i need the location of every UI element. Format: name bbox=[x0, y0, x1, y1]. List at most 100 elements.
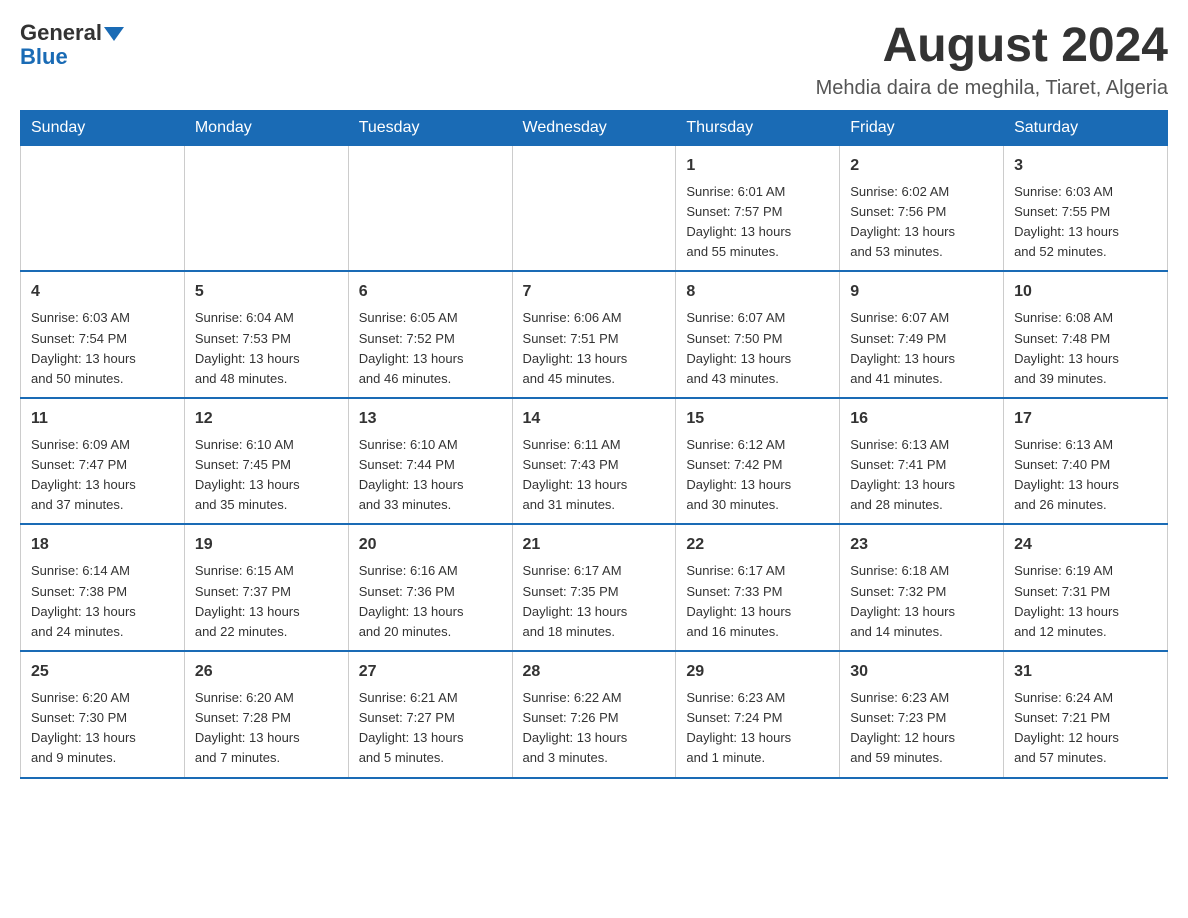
day-info: Sunrise: 6:07 AM Sunset: 7:49 PM Dayligh… bbox=[850, 308, 993, 389]
calendar-week-3: 11Sunrise: 6:09 AM Sunset: 7:47 PM Dayli… bbox=[21, 398, 1168, 525]
calendar-cell: 20 Sunrise: 6:16 AM Sunset: 7:36 PM Dayli… bbox=[348, 524, 512, 651]
calendar-cell: 27Sunrise: 6:21 AM Sunset: 7:27 PM Dayli… bbox=[348, 651, 512, 778]
calendar-cell: 25 Sunrise: 6:20 AM Sunset: 7:30 PM Dayli… bbox=[21, 651, 185, 778]
calendar-cell: 13 Sunrise: 6:10 AM Sunset: 7:44 PM Dayli… bbox=[348, 398, 512, 525]
calendar-cell: 5Sunrise: 6:04 AM Sunset: 7:53 PM Daylig… bbox=[184, 271, 348, 398]
header-day-wednesday: Wednesday bbox=[512, 110, 676, 145]
day-info: Sunrise: 6:20 AM Sunset: 7:28 PM Dayligh… bbox=[195, 688, 338, 769]
calendar-title: August 2024 bbox=[816, 20, 1168, 73]
header-day-friday: Friday bbox=[840, 110, 1004, 145]
day-info: Sunrise: 6:05 AM Sunset: 7:52 PM Dayligh… bbox=[359, 308, 502, 389]
day-number: 13 bbox=[359, 407, 502, 431]
calendar-cell: 14 Sunrise: 6:11 AM Sunset: 7:43 PM Dayli… bbox=[512, 398, 676, 525]
calendar-cell: 21 Sunrise: 6:17 AM Sunset: 7:35 PM Dayli… bbox=[512, 524, 676, 651]
calendar-cell: 22 Sunrise: 6:17 AM Sunset: 7:33 PM Dayli… bbox=[676, 524, 840, 651]
logo-triangle-icon bbox=[104, 27, 124, 41]
day-number: 18 bbox=[31, 533, 174, 557]
day-number: 31 bbox=[1014, 660, 1157, 684]
day-number: 22 bbox=[686, 533, 829, 557]
day-info: Sunrise: 6:10 AM Sunset: 7:45 PM Dayligh… bbox=[195, 435, 338, 516]
calendar-cell: 29Sunrise: 6:23 AM Sunset: 7:24 PM Dayli… bbox=[676, 651, 840, 778]
day-info: Sunrise: 6:15 AM Sunset: 7:37 PM Dayligh… bbox=[195, 561, 338, 642]
day-info: Sunrise: 6:20 AM Sunset: 7:30 PM Dayligh… bbox=[31, 688, 174, 769]
calendar-week-2: 4 Sunrise: 6:03 AM Sunset: 7:54 PM Daylig… bbox=[21, 271, 1168, 398]
day-info: Sunrise: 6:01 AM Sunset: 7:57 PM Dayligh… bbox=[686, 182, 829, 263]
calendar-cell: 9Sunrise: 6:07 AM Sunset: 7:49 PM Daylig… bbox=[840, 271, 1004, 398]
calendar-cell: 16 Sunrise: 6:13 AM Sunset: 7:41 PM Dayli… bbox=[840, 398, 1004, 525]
header-day-saturday: Saturday bbox=[1004, 110, 1168, 145]
header-day-tuesday: Tuesday bbox=[348, 110, 512, 145]
day-info: Sunrise: 6:23 AM Sunset: 7:23 PM Dayligh… bbox=[850, 688, 993, 769]
calendar-cell: 17 Sunrise: 6:13 AM Sunset: 7:40 PM Dayli… bbox=[1004, 398, 1168, 525]
calendar-week-5: 25 Sunrise: 6:20 AM Sunset: 7:30 PM Dayli… bbox=[21, 651, 1168, 778]
calendar-cell: 11Sunrise: 6:09 AM Sunset: 7:47 PM Dayli… bbox=[21, 398, 185, 525]
day-info: Sunrise: 6:13 AM Sunset: 7:40 PM Dayligh… bbox=[1014, 435, 1157, 516]
day-number: 20 bbox=[359, 533, 502, 557]
day-number: 4 bbox=[31, 280, 174, 304]
day-info: Sunrise: 6:06 AM Sunset: 7:51 PM Dayligh… bbox=[523, 308, 666, 389]
logo-blue-text: Blue bbox=[20, 44, 68, 69]
day-number: 10 bbox=[1014, 280, 1157, 304]
day-info: Sunrise: 6:18 AM Sunset: 7:32 PM Dayligh… bbox=[850, 561, 993, 642]
calendar-cell: 18 Sunrise: 6:14 AM Sunset: 7:38 PM Dayli… bbox=[21, 524, 185, 651]
header-day-thursday: Thursday bbox=[676, 110, 840, 145]
calendar-week-4: 18 Sunrise: 6:14 AM Sunset: 7:38 PM Dayli… bbox=[21, 524, 1168, 651]
day-info: Sunrise: 6:24 AM Sunset: 7:21 PM Dayligh… bbox=[1014, 688, 1157, 769]
logo-text: General bbox=[20, 20, 124, 46]
day-number: 30 bbox=[850, 660, 993, 684]
calendar-cell bbox=[512, 145, 676, 271]
day-number: 7 bbox=[523, 280, 666, 304]
day-info: Sunrise: 6:19 AM Sunset: 7:31 PM Dayligh… bbox=[1014, 561, 1157, 642]
day-number: 19 bbox=[195, 533, 338, 557]
calendar-cell: 1 Sunrise: 6:01 AM Sunset: 7:57 PM Daylig… bbox=[676, 145, 840, 271]
day-number: 17 bbox=[1014, 407, 1157, 431]
calendar-subtitle: Mehdia daira de meghila, Tiaret, Algeria bbox=[816, 77, 1168, 100]
calendar-cell: 19 Sunrise: 6:15 AM Sunset: 7:37 PM Dayli… bbox=[184, 524, 348, 651]
calendar-cell bbox=[348, 145, 512, 271]
day-number: 16 bbox=[850, 407, 993, 431]
day-number: 29 bbox=[686, 660, 829, 684]
day-number: 11 bbox=[31, 407, 174, 431]
day-number: 15 bbox=[686, 407, 829, 431]
day-info: Sunrise: 6:22 AM Sunset: 7:26 PM Dayligh… bbox=[523, 688, 666, 769]
calendar-cell: 8 Sunrise: 6:07 AM Sunset: 7:50 PM Daylig… bbox=[676, 271, 840, 398]
calendar-cell: 31 Sunrise: 6:24 AM Sunset: 7:21 PM Dayli… bbox=[1004, 651, 1168, 778]
logo: General Blue bbox=[20, 20, 124, 70]
calendar-cell: 26 Sunrise: 6:20 AM Sunset: 7:28 PM Dayli… bbox=[184, 651, 348, 778]
day-info: Sunrise: 6:08 AM Sunset: 7:48 PM Dayligh… bbox=[1014, 308, 1157, 389]
day-number: 24 bbox=[1014, 533, 1157, 557]
day-number: 21 bbox=[523, 533, 666, 557]
day-info: Sunrise: 6:17 AM Sunset: 7:35 PM Dayligh… bbox=[523, 561, 666, 642]
day-info: Sunrise: 6:13 AM Sunset: 7:41 PM Dayligh… bbox=[850, 435, 993, 516]
day-number: 14 bbox=[523, 407, 666, 431]
day-info: Sunrise: 6:17 AM Sunset: 7:33 PM Dayligh… bbox=[686, 561, 829, 642]
day-number: 1 bbox=[686, 154, 829, 178]
calendar-cell: 7 Sunrise: 6:06 AM Sunset: 7:51 PM Daylig… bbox=[512, 271, 676, 398]
day-number: 26 bbox=[195, 660, 338, 684]
day-info: Sunrise: 6:02 AM Sunset: 7:56 PM Dayligh… bbox=[850, 182, 993, 263]
calendar-header-row: SundayMondayTuesdayWednesdayThursdayFrid… bbox=[21, 110, 1168, 145]
day-number: 2 bbox=[850, 154, 993, 178]
calendar-week-1: 1 Sunrise: 6:01 AM Sunset: 7:57 PM Daylig… bbox=[21, 145, 1168, 271]
calendar-cell bbox=[21, 145, 185, 271]
page-header: General Blue August 2024 Mehdia daira de… bbox=[20, 20, 1168, 100]
calendar-cell: 10 Sunrise: 6:08 AM Sunset: 7:48 PM Dayli… bbox=[1004, 271, 1168, 398]
day-info: Sunrise: 6:16 AM Sunset: 7:36 PM Dayligh… bbox=[359, 561, 502, 642]
calendar-cell: 12Sunrise: 6:10 AM Sunset: 7:45 PM Dayli… bbox=[184, 398, 348, 525]
calendar-cell: 15 Sunrise: 6:12 AM Sunset: 7:42 PM Dayli… bbox=[676, 398, 840, 525]
calendar-cell: 4 Sunrise: 6:03 AM Sunset: 7:54 PM Daylig… bbox=[21, 271, 185, 398]
day-info: Sunrise: 6:11 AM Sunset: 7:43 PM Dayligh… bbox=[523, 435, 666, 516]
day-info: Sunrise: 6:12 AM Sunset: 7:42 PM Dayligh… bbox=[686, 435, 829, 516]
day-number: 8 bbox=[686, 280, 829, 304]
day-info: Sunrise: 6:03 AM Sunset: 7:55 PM Dayligh… bbox=[1014, 182, 1157, 263]
day-info: Sunrise: 6:04 AM Sunset: 7:53 PM Dayligh… bbox=[195, 308, 338, 389]
day-number: 28 bbox=[523, 660, 666, 684]
day-info: Sunrise: 6:07 AM Sunset: 7:50 PM Dayligh… bbox=[686, 308, 829, 389]
day-info: Sunrise: 6:03 AM Sunset: 7:54 PM Dayligh… bbox=[31, 308, 174, 389]
day-number: 6 bbox=[359, 280, 502, 304]
calendar-cell: 30 Sunrise: 6:23 AM Sunset: 7:23 PM Dayli… bbox=[840, 651, 1004, 778]
logo-general-text: General bbox=[20, 20, 102, 46]
day-info: Sunrise: 6:10 AM Sunset: 7:44 PM Dayligh… bbox=[359, 435, 502, 516]
day-number: 25 bbox=[31, 660, 174, 684]
day-info: Sunrise: 6:14 AM Sunset: 7:38 PM Dayligh… bbox=[31, 561, 174, 642]
